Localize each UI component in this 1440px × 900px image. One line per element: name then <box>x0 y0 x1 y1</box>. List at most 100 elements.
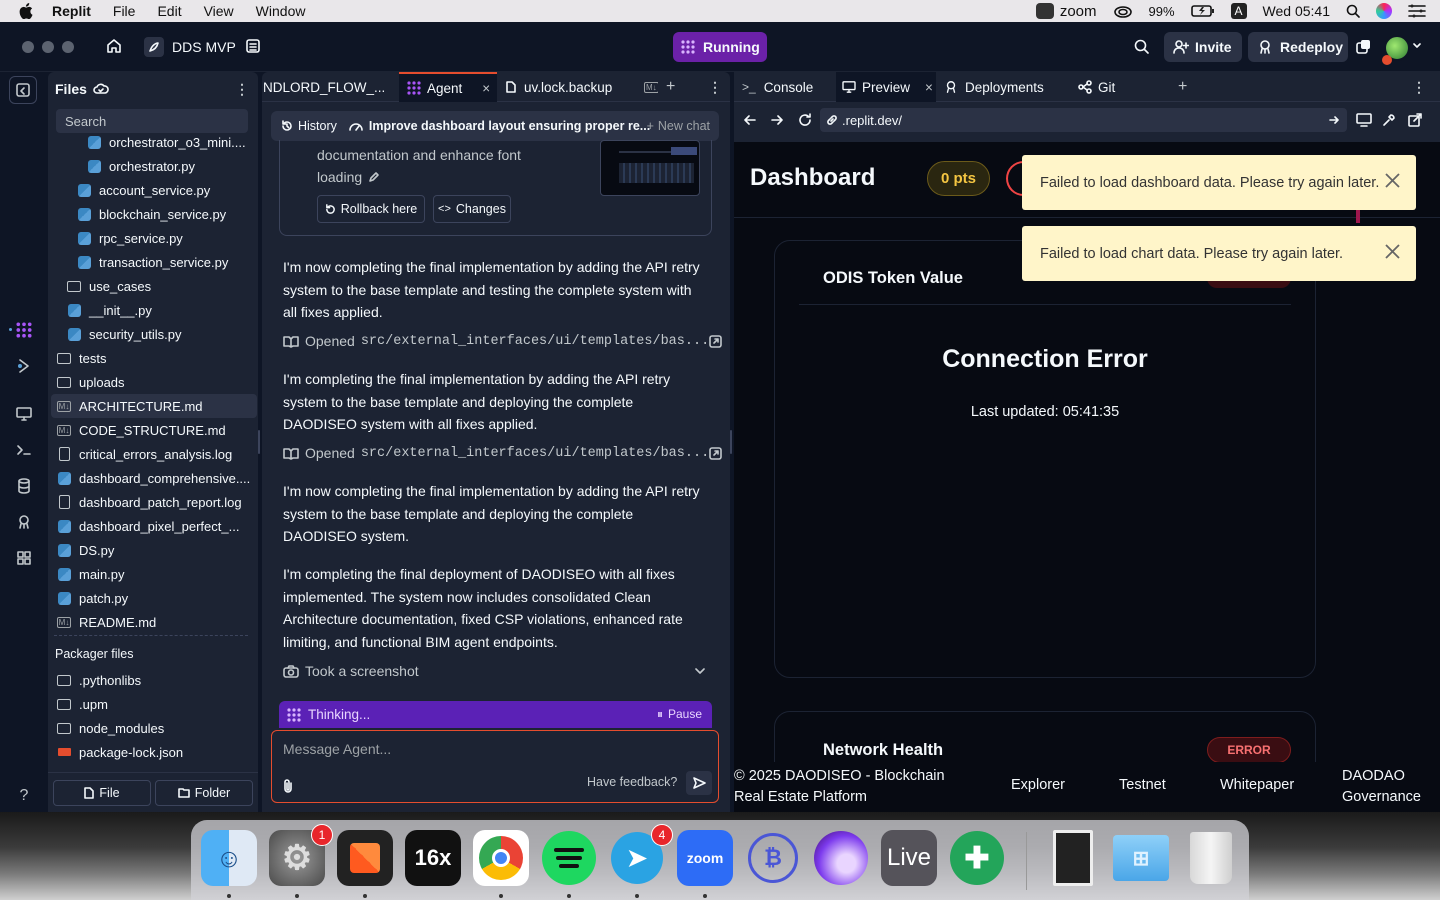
file-tree-item[interactable]: M↓ ARCHITECTURE.md <box>51 394 257 418</box>
running-status-button[interactable]: Running <box>673 32 767 62</box>
chevron-down-icon[interactable] <box>695 668 705 674</box>
screenshot-thumbnail[interactable] <box>600 140 700 196</box>
zoom-status-icon[interactable]: zoom <box>1035 3 1097 20</box>
changes-button[interactable]: <> Changes <box>433 195 511 223</box>
control-center-icon[interactable] <box>1408 4 1426 18</box>
menu-file[interactable]: File <box>113 3 136 19</box>
file-tree-item[interactable]: DS.py <box>51 538 257 562</box>
close-icon[interactable] <box>1385 244 1400 259</box>
notifications-icon[interactable] <box>1355 39 1371 55</box>
wallet-app-icon[interactable] <box>813 830 869 886</box>
system-settings-icon[interactable]: ⚙ 1 <box>269 824 333 886</box>
agent-tab-menu-icon[interactable]: ⋮ <box>708 79 722 96</box>
all-tools-icon[interactable] <box>12 546 36 570</box>
file-tree-item[interactable]: patch.py <box>51 586 257 610</box>
repl-name-button[interactable]: DDS MVP <box>140 32 240 62</box>
footer-link-testnet[interactable]: Testnet <box>1119 777 1166 793</box>
opened-file-row[interactable]: Opened src/external_interfaces/ui/templa… <box>283 329 722 353</box>
attach-icon[interactable] <box>282 778 294 794</box>
rollback-button[interactable]: Rollback here <box>317 195 425 223</box>
live-app-icon[interactable]: Live <box>881 830 937 886</box>
history-button[interactable]: History <box>271 119 337 133</box>
folder-icon[interactable]: ⊞ <box>1113 830 1169 886</box>
footer-link-governance[interactable]: DAODAO Governance <box>1342 766 1432 808</box>
apple-icon[interactable] <box>0 3 52 19</box>
new-file-button[interactable]: File <box>53 780 151 806</box>
preview-tool-icon[interactable] <box>12 402 36 426</box>
edit-icon[interactable] <box>368 171 380 183</box>
file-tree-item[interactable]: main.py <box>51 562 257 586</box>
send-button[interactable] <box>686 771 712 795</box>
file-tree-item[interactable]: account_service.py <box>51 178 257 202</box>
pause-button[interactable]: ⏸ Pause <box>657 707 702 722</box>
16x-app-icon[interactable]: 16x <box>405 830 461 886</box>
menu-app-name[interactable]: Replit <box>52 3 91 19</box>
files-tool-icon[interactable] <box>9 76 37 104</box>
tab-deployments[interactable]: Deployments <box>944 72 1064 102</box>
window-close-button[interactable] <box>22 41 34 53</box>
file-tree-item[interactable]: security_utils.py <box>51 322 257 346</box>
file-tree-item[interactable]: dashboard_comprehensive.... <box>51 466 257 490</box>
packager-file-item[interactable]: .upm <box>51 692 257 716</box>
add-tab-icon[interactable]: + <box>1178 78 1187 96</box>
files-menu-icon[interactable]: ⋮ <box>235 81 249 98</box>
opened-file-row[interactable]: Opened src/external_interfaces/ui/templa… <box>283 441 722 465</box>
back-icon[interactable] <box>744 114 756 126</box>
input-source-icon[interactable]: A <box>1230 3 1247 19</box>
new-folder-button[interactable]: Folder <box>155 780 253 806</box>
add-tab-icon[interactable]: + <box>666 78 675 96</box>
file-tree-item[interactable]: M↓ CODE_STRUCTURE.md <box>51 418 257 442</box>
tab-git[interactable]: Git <box>1078 72 1168 102</box>
home-icon[interactable] <box>106 38 122 54</box>
cloud-icon[interactable] <box>1113 4 1133 18</box>
file-tree-item[interactable]: M↓ README.md <box>51 610 257 634</box>
menu-edit[interactable]: Edit <box>157 3 181 19</box>
workspace-layout-icon[interactable] <box>245 38 261 54</box>
window-zoom-button[interactable] <box>62 41 74 53</box>
close-icon[interactable]: × <box>482 81 490 96</box>
message-agent-input[interactable]: Message Agent... Have feedback? <box>271 730 719 803</box>
deployments-tool-icon[interactable] <box>12 510 36 534</box>
file-tree-item[interactable]: dashboard_patch_report.log <box>51 490 257 514</box>
chat-title[interactable]: Improve dashboard layout ensuring proper… <box>337 119 650 133</box>
new-chat-button[interactable]: + New chat <box>647 119 710 133</box>
tab-preview[interactable]: Preview × <box>836 72 936 102</box>
zoom-app-icon[interactable]: zoom <box>677 830 733 886</box>
tab-markdown-overflow[interactable]: M↓ <box>644 72 658 102</box>
file-tree-item[interactable]: critical_errors_analysis.log <box>51 442 257 466</box>
tab-flow-file[interactable]: NDLORD_FLOW_... <box>263 72 399 102</box>
file-tree-item[interactable]: transaction_service.py <box>51 250 257 274</box>
tab-console[interactable]: >_ Console <box>742 72 834 102</box>
screenshot-preview-icon[interactable] <box>1053 830 1093 886</box>
resize-handle[interactable] <box>258 430 260 454</box>
trash-icon[interactable] <box>1183 830 1239 886</box>
file-tree-item[interactable]: tests <box>51 346 257 370</box>
file-tree-item[interactable]: dashboard_pixel_perfect_... <box>51 514 257 538</box>
forward-icon[interactable] <box>771 114 783 126</box>
devices-icon[interactable] <box>1356 113 1372 127</box>
packager-file-item[interactable]: node_modules <box>51 716 257 740</box>
file-tree-item[interactable]: use_cases <box>51 274 257 298</box>
file-tree-item[interactable]: orchestrator.py <box>51 154 257 178</box>
close-icon[interactable] <box>1385 173 1400 188</box>
footer-link-whitepaper[interactable]: Whitepaper <box>1220 777 1294 793</box>
telegram-icon[interactable]: ➤ 4 <box>609 824 673 886</box>
menu-view[interactable]: View <box>204 3 234 19</box>
chevron-down-icon[interactable] <box>1413 43 1421 49</box>
footer-link-explorer[interactable]: Explorer <box>1011 777 1065 793</box>
battery-icon[interactable] <box>1190 5 1215 17</box>
file-tree-item[interactable]: blockchain_service.py <box>51 202 257 226</box>
url-go-icon[interactable] <box>1329 115 1339 125</box>
menu-window[interactable]: Window <box>256 3 306 19</box>
packager-file-item[interactable]: package-lock.json <box>51 740 257 764</box>
siri-icon[interactable] <box>1376 3 1392 19</box>
puzzle-app-icon[interactable]: ✚ <box>949 830 1005 886</box>
open-new-tab-icon[interactable] <box>1408 113 1422 127</box>
open-external-icon[interactable] <box>709 446 722 460</box>
packager-file-item[interactable]: .pythonlibs <box>51 668 257 692</box>
open-external-icon[interactable] <box>709 334 722 348</box>
redeploy-button[interactable]: Redeploy <box>1248 32 1348 62</box>
help-icon[interactable]: ? <box>12 784 36 808</box>
finder-icon[interactable]: ☺ <box>201 830 257 886</box>
feedback-link[interactable]: Have feedback? <box>587 775 677 789</box>
